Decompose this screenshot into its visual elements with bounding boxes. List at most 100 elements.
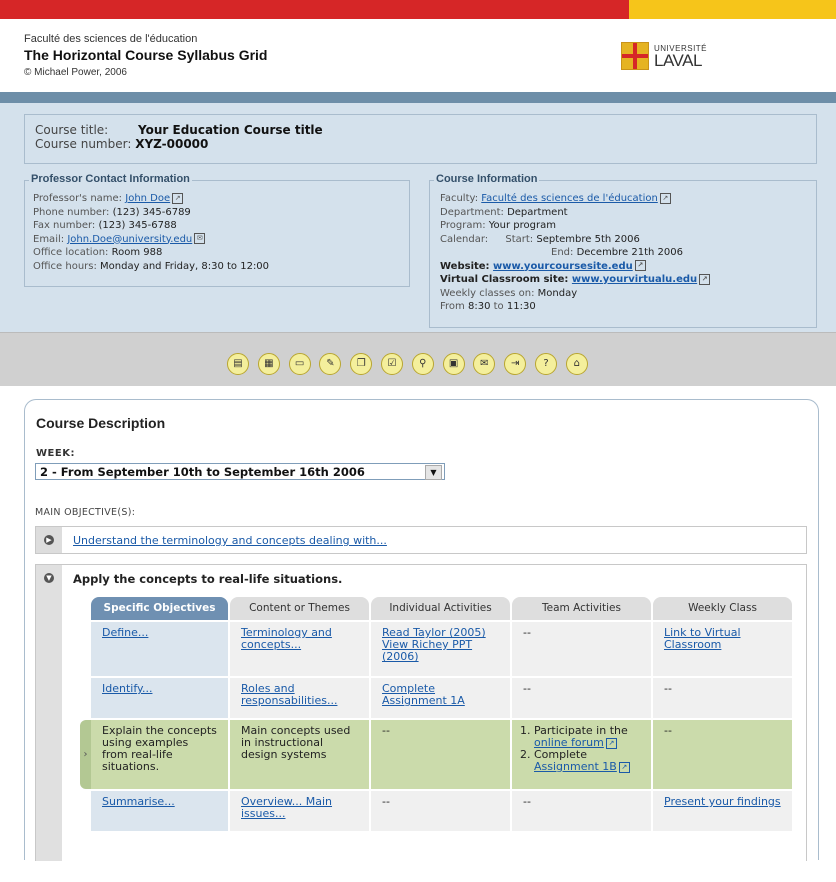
crest-icon <box>621 42 649 70</box>
objective-link[interactable]: Understand the terminology and concepts … <box>73 534 387 547</box>
page-header: Faculté des sciences de l'éducation The … <box>0 19 836 92</box>
external-link-icon[interactable]: ↗ <box>172 192 184 204</box>
email-label: Email: <box>33 233 65 245</box>
search-icon[interactable]: ⚲ <box>411 353 434 375</box>
virtual-classroom-label: Virtual Classroom site: <box>440 274 569 285</box>
navigation-toolbar: ▤ ▦ ▭ ✎ ❐ ☑ ⚲ ▣ ✉ ⇥? ⌂ <box>0 332 836 386</box>
chat-icon[interactable]: ✉ <box>473 353 496 375</box>
objective-collapsed[interactable]: ▶ Understand the terminology and concept… <box>35 526 807 554</box>
home-icon[interactable]: ⌂ <box>565 353 588 375</box>
team-activity: -- <box>523 626 531 639</box>
start-value: Septembre 5th 2006 <box>536 233 640 245</box>
presentation-icon[interactable]: ▣ <box>442 353 465 375</box>
course-info-legend: Course Information <box>434 173 540 185</box>
section-title: Course Description <box>36 415 166 431</box>
specific-objective-link[interactable]: Identify... <box>102 682 152 695</box>
individual-activity-link[interactable]: Read Taylor (2005) View Richey PPT (2006… <box>382 626 486 663</box>
content: Main concepts used in instructional desi… <box>241 724 351 761</box>
weekly-value: Monday <box>537 287 578 299</box>
table-icon[interactable]: ▦ <box>257 353 280 375</box>
website-link[interactable]: www.yourcoursesite.edu <box>493 261 633 272</box>
program-label: Program: <box>440 220 486 231</box>
edit-icon[interactable]: ✎ <box>319 353 342 375</box>
from-value: 8:30 <box>467 301 491 312</box>
objective-title: Apply the concepts to real-life situatio… <box>73 572 343 586</box>
collapse-icon[interactable]: ▼ <box>44 573 54 583</box>
faculty-link[interactable]: Faculté des sciences de l'éducation <box>481 193 658 204</box>
virtual-classroom-link[interactable]: www.yourvirtualu.edu <box>572 274 697 285</box>
course-number-label: Course number: <box>35 137 132 151</box>
course-title-box: Course title: Your Education Course titl… <box>24 114 817 164</box>
team-item-2: 2. Complete Assignment 1B ↗ <box>520 749 640 773</box>
specific-objective: Explain the concepts using examples from… <box>102 724 217 773</box>
weekly-label: Weekly classes on: <box>440 287 535 299</box>
content-link[interactable]: Overview... Main issues... <box>241 795 332 820</box>
main-objectives-label: MAIN OBJECTIVE(S): <box>35 507 136 518</box>
university-logo[interactable]: UNIVERSITÉ LAVAL <box>621 42 707 70</box>
week-select[interactable]: 2 - From September 10th to September 16t… <box>35 463 445 480</box>
individual-activity-link[interactable]: Complete Assignment 1A <box>382 682 465 707</box>
mail-icon[interactable]: ✉ <box>194 233 206 244</box>
to-label: to <box>493 301 504 312</box>
chevron-down-icon[interactable]: ▼ <box>425 465 442 480</box>
save-icon[interactable]: ⇥ <box>504 353 527 375</box>
office-label: Office location: <box>33 247 109 258</box>
faculty-name: Faculté des sciences de l'éducation <box>24 33 198 45</box>
professor-contact-fieldset: Professor Contact Information Professor'… <box>24 173 410 287</box>
table-row: Identify... Roles and responsabilities..… <box>91 678 794 718</box>
tab-specific-objectives[interactable]: Specific Objectives <box>91 597 228 620</box>
course-description-panel: Course Description WEEK: 2 - From Septem… <box>24 399 819 861</box>
table-row: Summarise... Overview... Main issues... … <box>91 791 794 831</box>
week-selected-value: 2 - From September 10th to September 16t… <box>40 465 365 479</box>
external-link-icon[interactable]: ↗ <box>634 260 646 271</box>
document-icon[interactable]: ▤ <box>227 353 249 375</box>
from-label: From <box>440 301 465 312</box>
individual-activity: -- <box>382 724 390 737</box>
page-title: The Horizontal Course Syllabus Grid <box>24 47 268 63</box>
professor-name-link[interactable]: John Doe <box>125 193 170 204</box>
external-link-icon[interactable]: ↗ <box>605 737 617 749</box>
tab-weekly-class[interactable]: Weekly Class <box>653 597 792 620</box>
weekly-class: -- <box>664 682 672 695</box>
table-row-highlighted: Explain the concepts using examples from… <box>91 720 794 789</box>
course-number: XYZ-00000 <box>135 137 209 151</box>
content-link[interactable]: Terminology and concepts... <box>241 626 332 651</box>
individual-activity: -- <box>382 795 390 808</box>
tab-individual-activities[interactable]: Individual Activities <box>371 597 510 620</box>
external-link-icon[interactable]: ↗ <box>618 761 630 773</box>
pages-icon[interactable]: ❐ <box>350 353 373 375</box>
divider-bar <box>0 92 836 103</box>
program-value: Your program <box>488 220 556 231</box>
email-link[interactable]: John.Doe@university.edu <box>67 234 192 245</box>
checklist-icon[interactable]: ☑ <box>380 353 403 375</box>
expand-icon[interactable]: ▶ <box>44 535 54 545</box>
external-link-icon[interactable]: ↗ <box>659 192 671 204</box>
phone-value: (123) 345-6789 <box>112 206 191 218</box>
specific-objective-link[interactable]: Summarise... <box>102 795 175 808</box>
logo-big-text: LAVAL <box>654 51 702 70</box>
team-item-1: 1. Participate in the online forum ↗ <box>520 725 640 749</box>
professor-name-label: Professor's name: <box>33 193 123 204</box>
team-activity: -- <box>523 795 531 808</box>
start-label: Start: <box>505 233 534 245</box>
folder-icon[interactable]: ▭ <box>288 353 311 375</box>
external-link-icon[interactable]: ↗ <box>699 273 711 285</box>
tab-content-themes[interactable]: Content or Themes <box>230 597 369 620</box>
professor-contact-legend: Professor Contact Information <box>29 173 192 185</box>
weekly-class: -- <box>664 724 672 737</box>
weekly-class-link[interactable]: Link to Virtual Classroom <box>664 626 741 651</box>
tab-team-activities[interactable]: Team Activities <box>512 597 651 620</box>
faculty-label: Faculty: <box>440 193 479 204</box>
hours-label: Office hours: <box>33 260 97 272</box>
department-value: Department <box>507 206 568 218</box>
end-value: Decembre 21th 2006 <box>576 247 683 258</box>
fax-label: Fax number: <box>33 220 96 231</box>
course-title-label: Course title: <box>35 123 109 137</box>
help-icon[interactable]: ? <box>534 353 557 375</box>
department-label: Department: <box>440 206 504 218</box>
copyright: © Michael Power, 2006 <box>24 67 127 78</box>
assignment-1b-link[interactable]: Assignment 1B <box>534 760 617 773</box>
content-link[interactable]: Roles and responsabilities... <box>241 682 337 707</box>
specific-objective-link[interactable]: Define... <box>102 626 148 639</box>
weekly-class-link[interactable]: Present your findings <box>664 795 781 808</box>
